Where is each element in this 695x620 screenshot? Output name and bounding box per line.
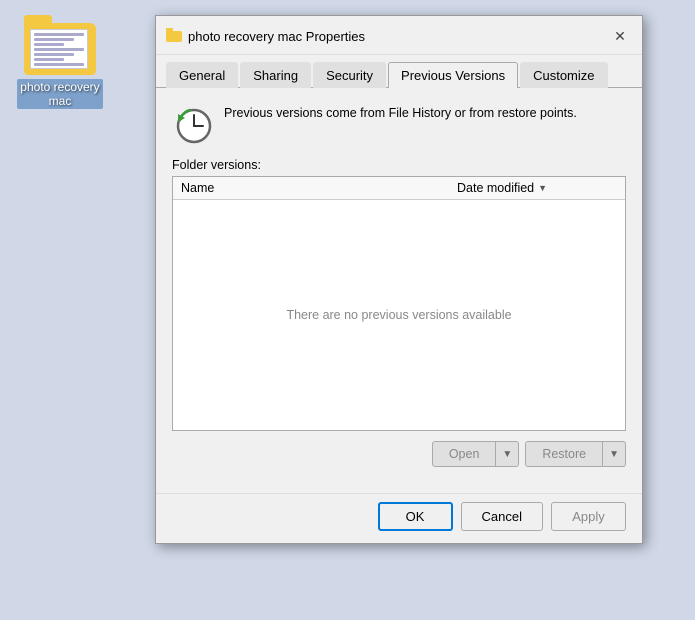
paper-line: [34, 43, 64, 46]
tab-general[interactable]: General: [166, 62, 238, 88]
col-name: Name: [181, 181, 457, 195]
ok-button[interactable]: OK: [378, 502, 453, 531]
dialog-title-folder-icon: [166, 28, 182, 44]
restore-button-group: Restore ▼: [525, 441, 626, 467]
desktop-folder-icon[interactable]: photo recovery mac: [10, 10, 110, 114]
open-dropdown-button[interactable]: ▼: [496, 441, 519, 467]
empty-message: There are no previous versions available: [286, 308, 511, 322]
info-text: Previous versions come from File History…: [224, 104, 577, 123]
section-label: Folder versions:: [172, 158, 626, 172]
dialog-footer: OK Cancel Apply: [156, 493, 642, 543]
versions-table: Name Date modified ▼ There are no previo…: [172, 176, 626, 431]
open-button[interactable]: Open: [432, 441, 497, 467]
desktop: photo recovery mac photo recovery mac Pr…: [0, 0, 695, 620]
title-folder-body: [166, 31, 182, 42]
dialog-titlebar: photo recovery mac Properties ✕: [156, 16, 642, 55]
table-body: There are no previous versions available: [173, 200, 625, 430]
tab-customize[interactable]: Customize: [520, 62, 607, 88]
sort-icon: ▼: [538, 183, 547, 193]
paper-line: [34, 48, 84, 51]
dialog-close-button[interactable]: ✕: [608, 24, 632, 48]
dialog-content: Previous versions come from File History…: [156, 88, 642, 493]
paper-line: [34, 58, 64, 61]
folder-paper: [30, 29, 88, 69]
restore-dropdown-button[interactable]: ▼: [603, 441, 626, 467]
col-date: Date modified ▼: [457, 181, 617, 195]
paper-line: [34, 38, 74, 41]
properties-dialog: photo recovery mac Properties ✕ General …: [155, 15, 643, 544]
dialog-title: photo recovery mac Properties: [188, 29, 608, 44]
paper-line: [34, 63, 84, 66]
folder-label: photo recovery mac: [17, 79, 102, 109]
table-header: Name Date modified ▼: [173, 177, 625, 200]
open-button-group: Open ▼: [432, 441, 520, 467]
tab-sharing[interactable]: Sharing: [240, 62, 311, 88]
restore-button[interactable]: Restore: [525, 441, 603, 467]
apply-button[interactable]: Apply: [551, 502, 626, 531]
folder-body: [24, 23, 96, 75]
paper-line: [34, 33, 84, 36]
cancel-button[interactable]: Cancel: [461, 502, 543, 531]
tab-security[interactable]: Security: [313, 62, 386, 88]
action-buttons: Open ▼ Restore ▼: [172, 441, 626, 467]
clock-restore-icon: [172, 104, 212, 144]
info-row: Previous versions come from File History…: [172, 104, 626, 144]
tab-previous-versions[interactable]: Previous Versions: [388, 62, 518, 88]
tabs-container: General Sharing Security Previous Versio…: [156, 55, 642, 88]
folder-image: [24, 15, 96, 75]
paper-line: [34, 53, 74, 56]
